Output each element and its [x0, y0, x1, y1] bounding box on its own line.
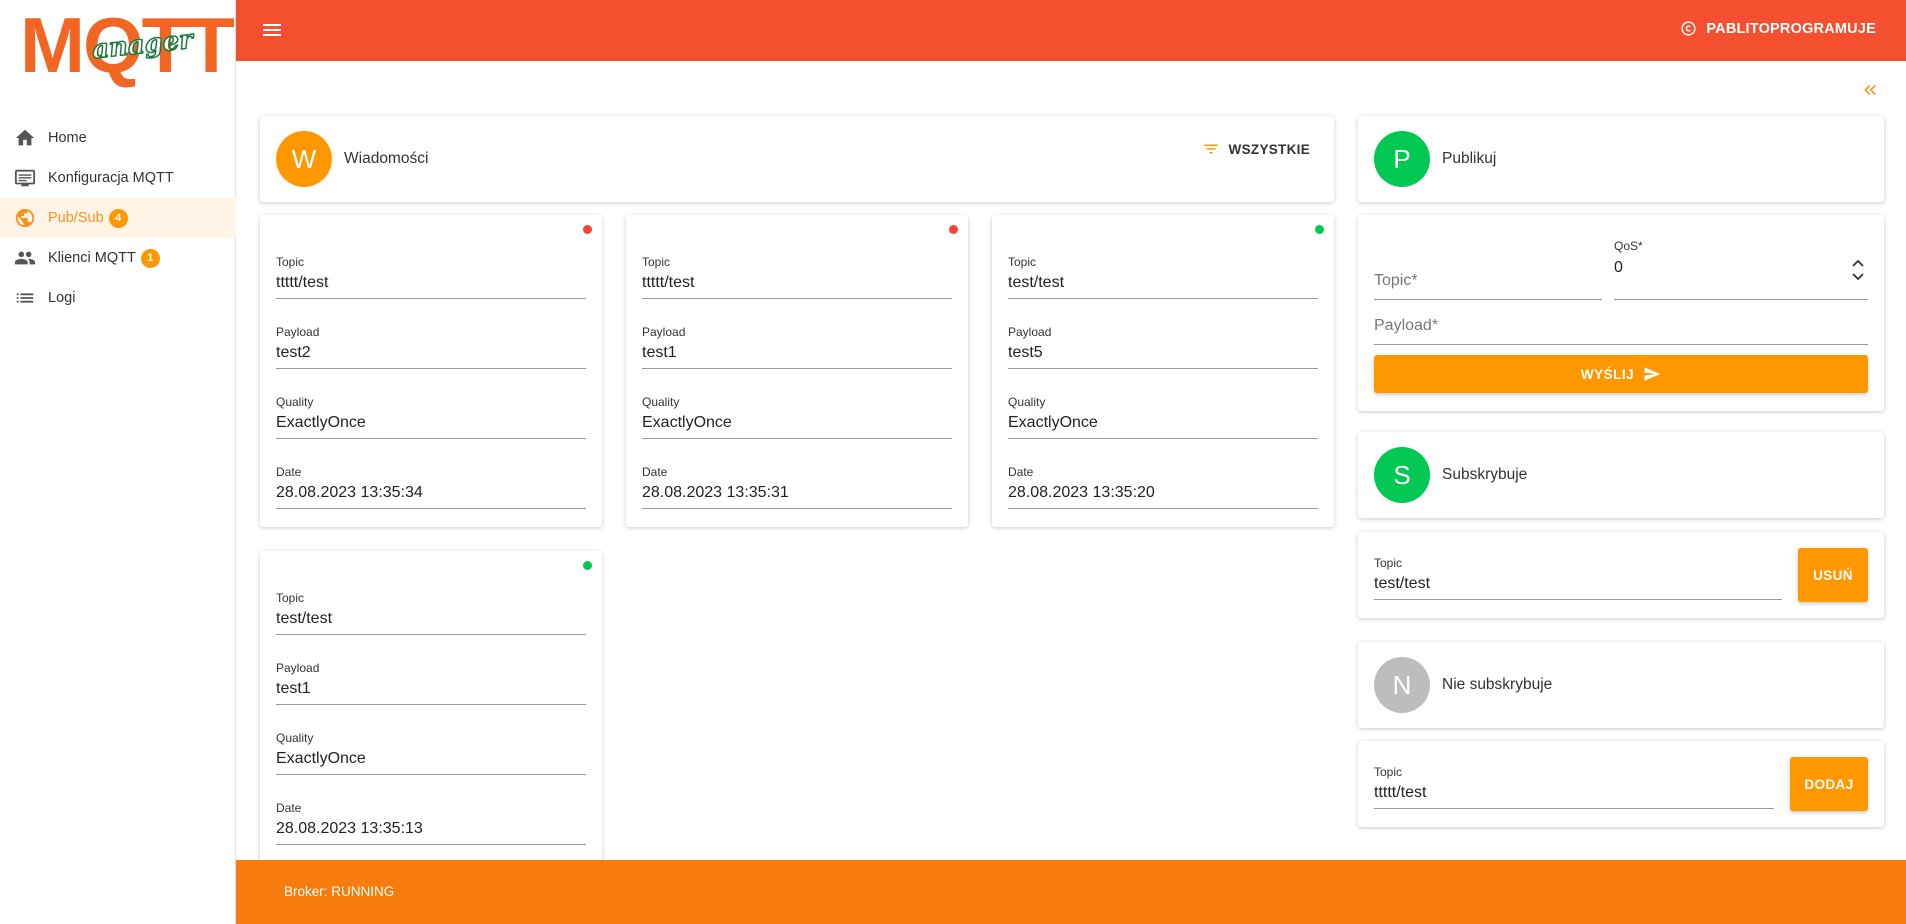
message-topic-field: Topic test/test — [1008, 255, 1318, 299]
nav-item-home[interactable]: Home — [0, 118, 236, 158]
account-label: PABLITOPROGRAMUJE — [1706, 20, 1876, 37]
message-quality-field: Quality ExactlyOnce — [276, 731, 586, 775]
message-card: Topic test/test Payload test1 Quality Exact… — [260, 551, 602, 863]
nav-item-label: Logi — [48, 290, 76, 306]
subscribed-topic-field: Topic test/test — [1374, 556, 1782, 600]
subscribe-button[interactable]: DODAJ — [1790, 757, 1868, 811]
message-date-field: Date 28.08.2023 13:35:34 — [276, 465, 586, 509]
publish-form-card: Topic* QoS* 0 Payload* WYŚLIJ — [1358, 215, 1884, 411]
publish-topic-placeholder: Topic* — [1374, 272, 1418, 289]
message-card: Topic ttttt/test Payload test1 Quality Exac… — [626, 215, 968, 527]
footer-status-bar: Broker: RUNNING — [236, 860, 1906, 924]
nav-item-label: Klienci MQTT — [48, 250, 136, 266]
nav-item-pubsub[interactable]: Pub/Sub 4 — [0, 198, 236, 238]
subscribed-title: Subskrybuje — [1442, 466, 1528, 483]
subscribed-topic-card: Topic test/test USUŃ — [1358, 532, 1884, 618]
people-icon — [14, 251, 36, 265]
message-status-dot — [949, 225, 958, 234]
message-card: Topic test/test Payload test5 Quality Exact… — [992, 215, 1334, 527]
message-date-field: Date 28.08.2023 13:35:20 — [1008, 465, 1318, 509]
messages-header-card: W Wiadomości WSZYSTKIE — [260, 116, 1334, 202]
broker-status: Broker: RUNNING — [284, 884, 395, 899]
unsubscribed-title: Nie subskrybuje — [1442, 676, 1553, 693]
unsubscribed-avatar: N — [1374, 657, 1430, 713]
messages-avatar: W — [276, 131, 332, 187]
publish-payload-input[interactable]: Payload* — [1374, 311, 1868, 345]
send-icon — [1644, 367, 1661, 381]
message-date-field: Date 28.08.2023 13:35:31 — [642, 465, 952, 509]
globe-icon — [15, 208, 35, 228]
qos-stepper-icon[interactable] — [1850, 255, 1866, 285]
message-topic-field: Topic ttttt/test — [276, 255, 586, 299]
publish-avatar: P — [1374, 131, 1430, 187]
nav-item-konfiguracja[interactable]: Konfiguracja MQTT — [0, 158, 236, 198]
message-status-dot — [583, 561, 592, 570]
filter-label: WSZYSTKIE — [1228, 141, 1310, 157]
message-quality-field: Quality ExactlyOnce — [1008, 395, 1318, 439]
message-date-field: Date 28.08.2023 13:35:13 — [276, 801, 586, 845]
publish-title: Publikuj — [1442, 150, 1497, 167]
clients-count-badge: 1 — [140, 248, 160, 268]
nav-item-label: Konfiguracja MQTT — [48, 170, 174, 186]
top-app-bar: PABLITOPROGRAMUJE — [236, 0, 1906, 61]
nav-item-label: Pub/Sub — [48, 210, 104, 226]
message-topic-field: Topic ttttt/test — [642, 255, 952, 299]
filter-button[interactable]: WSZYSTKIE — [1202, 140, 1310, 158]
publish-topic-input[interactable]: Topic* — [1374, 260, 1602, 300]
publish-payload-placeholder: Payload* — [1374, 317, 1439, 334]
filter-icon — [1203, 144, 1218, 154]
unsubscribed-topic-field: Topic ttttt/test — [1374, 765, 1774, 809]
collapse-panel-icon[interactable] — [1860, 80, 1880, 100]
message-card: Topic ttttt/test Payload test2 Quality Exac… — [260, 215, 602, 527]
message-quality-field: Quality ExactlyOnce — [276, 395, 586, 439]
list-icon — [16, 293, 34, 303]
qos-label: QoS* — [1614, 239, 1643, 253]
message-status-dot — [1315, 225, 1324, 234]
app-logo[interactable]: MQTT anager — [20, 6, 235, 88]
sidebar: MQTT anager Home Konfiguracja MQTT Pub/S… — [0, 0, 236, 924]
menu-icon[interactable] — [260, 18, 284, 42]
unsubscribed-topic-card: Topic ttttt/test DODAJ — [1358, 741, 1884, 827]
publish-header-card: P Publikuj — [1358, 116, 1884, 202]
send-button-label: WYŚLIJ — [1580, 366, 1635, 382]
unsubscribe-button[interactable]: USUŃ — [1798, 548, 1868, 602]
nav-item-klienci[interactable]: Klienci MQTT 1 — [0, 238, 236, 278]
nav-item-logi[interactable]: Logi — [0, 278, 236, 318]
message-quality-field: Quality ExactlyOnce — [642, 395, 952, 439]
messages-title: Wiadomości — [344, 150, 429, 167]
subscribed-avatar: S — [1374, 447, 1430, 503]
copyright-icon — [1681, 21, 1696, 36]
message-payload-field: Payload test5 — [1008, 325, 1318, 369]
nav-item-label: Home — [48, 130, 87, 146]
message-payload-field: Payload test2 — [276, 325, 586, 369]
settings-display-icon — [14, 169, 36, 187]
message-payload-field: Payload test1 — [642, 325, 952, 369]
message-payload-field: Payload test1 — [276, 661, 586, 705]
message-status-dot — [583, 225, 592, 234]
account-button[interactable]: PABLITOPROGRAMUJE — [1680, 20, 1876, 37]
qos-value: 0 — [1614, 259, 1623, 276]
nav-menu: Home Konfiguracja MQTT Pub/Sub 4 Klienci… — [0, 118, 236, 318]
home-icon — [15, 129, 35, 146]
qos-input[interactable]: QoS* 0 — [1614, 237, 1868, 300]
send-button[interactable]: WYŚLIJ — [1374, 355, 1868, 393]
pubsub-count-badge: 4 — [108, 208, 128, 228]
subscribed-header-card: S Subskrybuje — [1358, 432, 1884, 518]
unsubscribed-header-card: N Nie subskrybuje — [1358, 642, 1884, 728]
message-topic-field: Topic test/test — [276, 591, 586, 635]
